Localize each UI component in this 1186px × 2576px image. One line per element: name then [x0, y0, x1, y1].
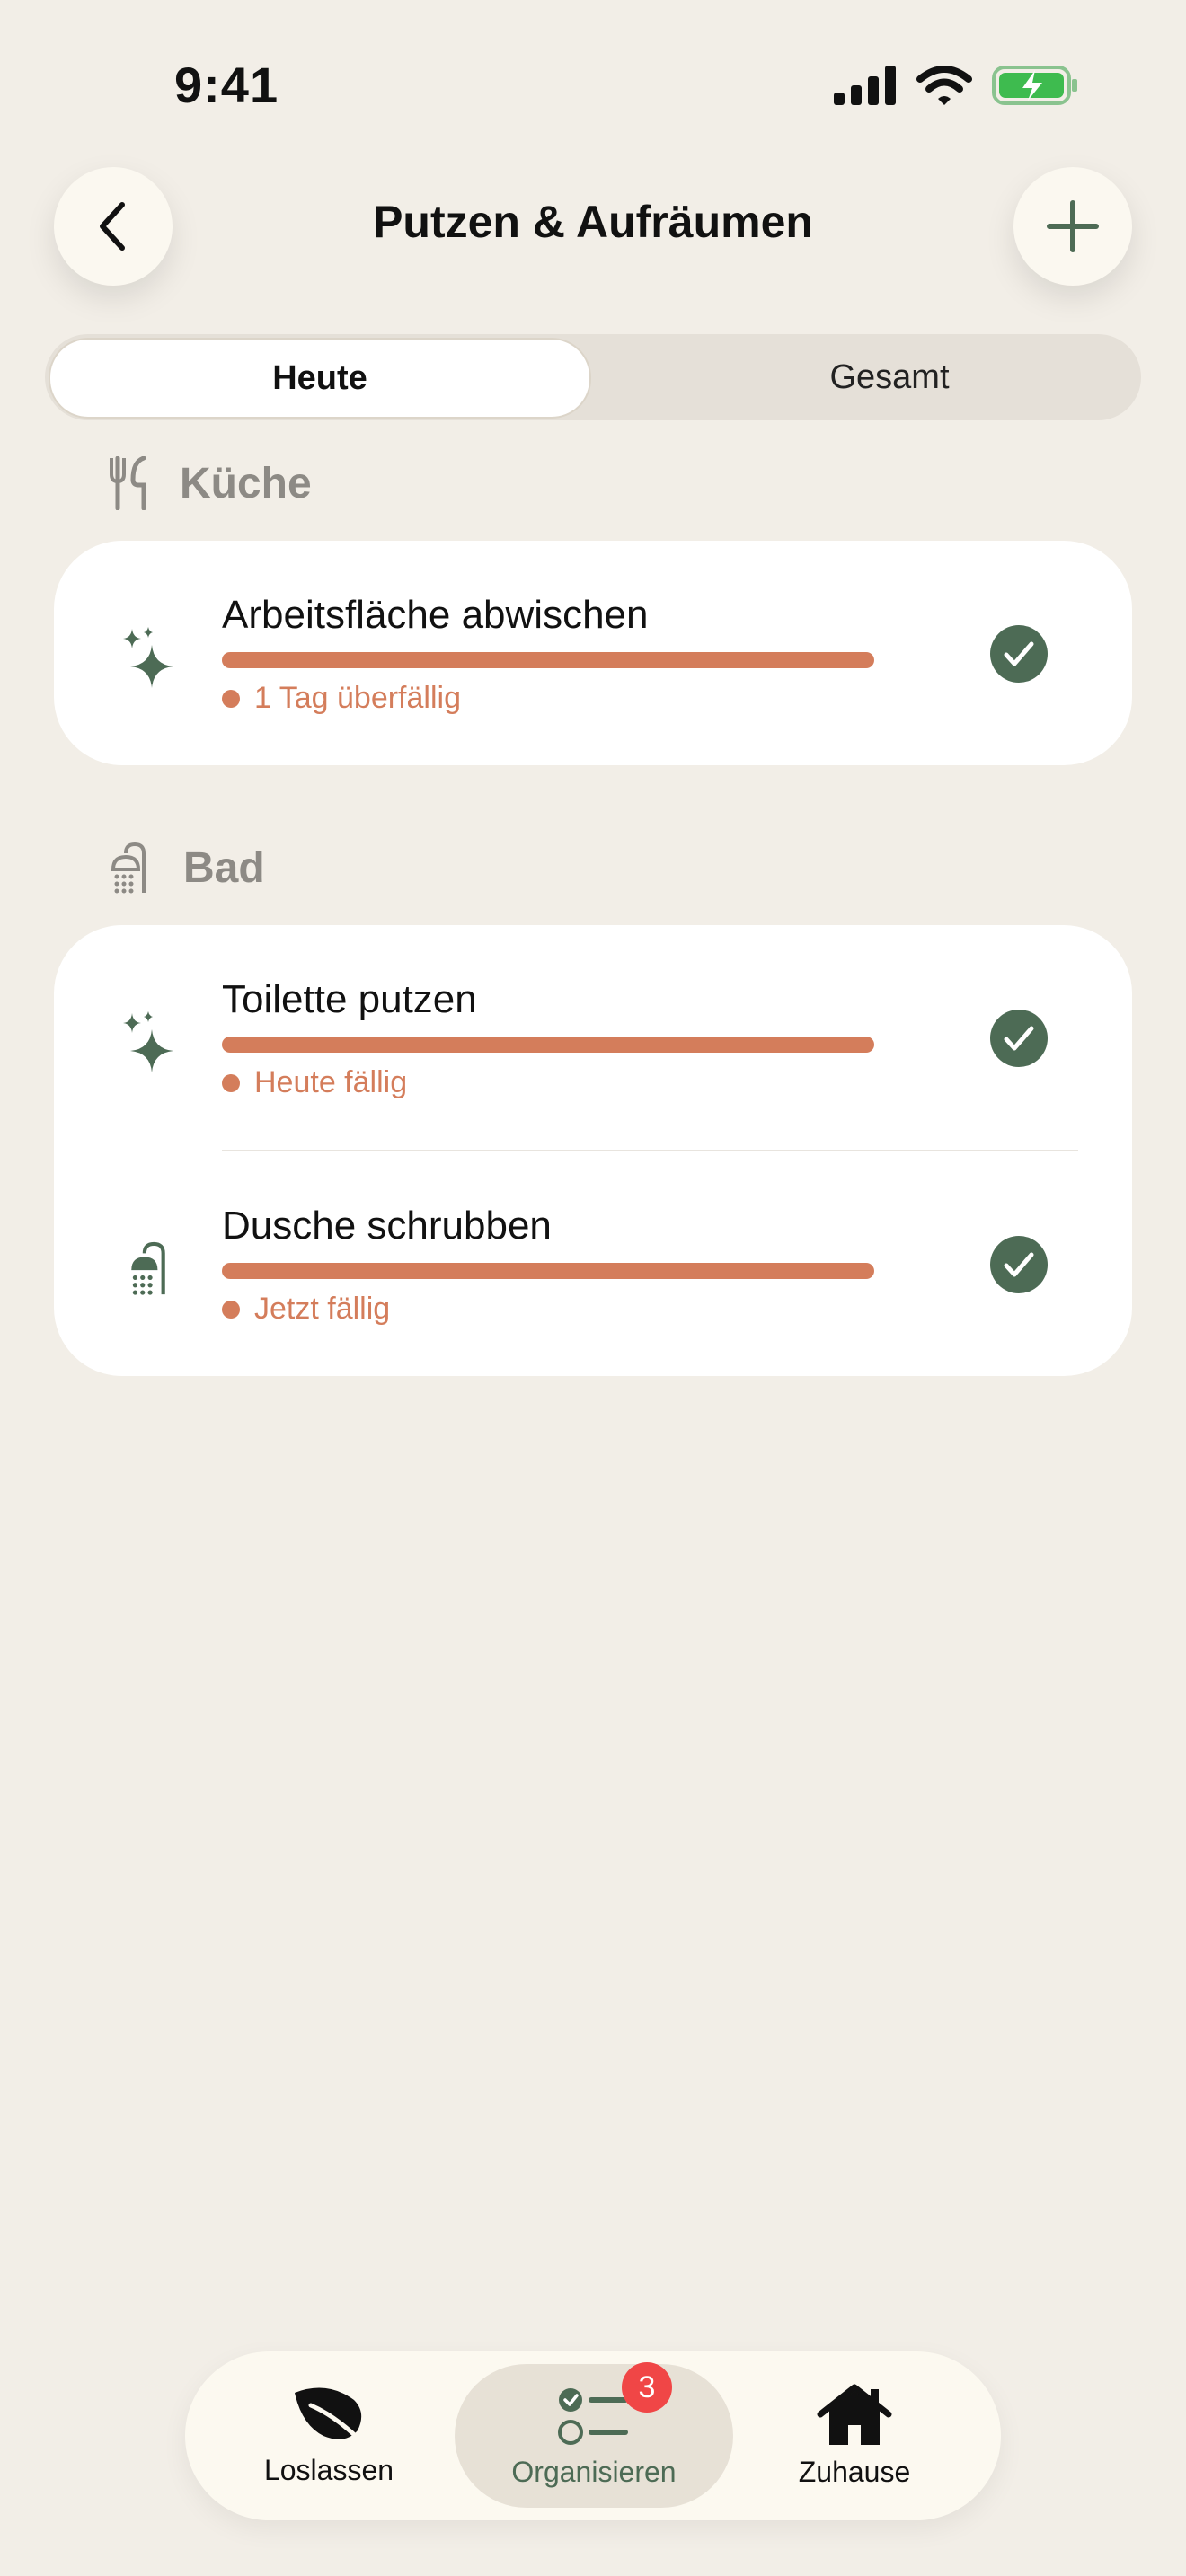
task-status-text: Jetzt fällig: [254, 1292, 391, 1326]
fork-knife-icon: [110, 456, 146, 510]
task-row[interactable]: Arbeitsfläche abwischen 1 Tag überfällig: [54, 541, 1132, 767]
leaf-icon: [295, 2387, 366, 2445]
complete-task-button[interactable]: [990, 1010, 1048, 1067]
task-status: Jetzt fällig: [222, 1292, 390, 1327]
shower-icon: [111, 842, 146, 894]
sparkles-icon: [117, 1006, 180, 1078]
checkmark-icon: [1004, 1026, 1034, 1051]
section-header-bad: Bad: [108, 841, 265, 895]
tab-label: Loslassen: [263, 2453, 394, 2486]
signal-icon: [834, 66, 896, 105]
house-icon: [817, 2384, 892, 2445]
sparkles-icon: [117, 622, 180, 693]
tab-loslassen[interactable]: Loslassen: [239, 2351, 419, 2520]
status-icons: [834, 63, 1078, 108]
task-card-kueche: Arbeitsfläche abwischen 1 Tag überfällig: [54, 541, 1132, 765]
task-row[interactable]: Dusche schrubben Jetzt fällig: [54, 1151, 1132, 1378]
section-header-kueche: Küche: [108, 456, 312, 510]
task-status-text: Heute fällig: [254, 1065, 408, 1099]
status-dot: [222, 689, 240, 708]
page-title: Putzen & Aufräumen: [373, 197, 813, 247]
task-progress-bar: [222, 652, 874, 668]
complete-task-button[interactable]: [990, 625, 1048, 683]
tab-zuhause[interactable]: Zuhause: [760, 2351, 949, 2520]
checkmark-icon: [1004, 641, 1034, 666]
task-status: 1 Tag überfällig: [222, 681, 461, 716]
task-progress-bar: [222, 1263, 874, 1279]
segmented-control: Heute Gesamt: [45, 334, 1141, 420]
tab-label: Zuhause: [798, 2455, 911, 2488]
complete-task-button[interactable]: [990, 1236, 1048, 1293]
task-row[interactable]: Toilette putzen Heute fällig: [54, 925, 1132, 1151]
shower-icon: [117, 1232, 180, 1304]
status-time: 9:41: [174, 57, 279, 113]
segment-gesamt[interactable]: Gesamt: [638, 334, 1141, 420]
section-label: Küche: [180, 459, 312, 507]
tab-organisieren[interactable]: Organisieren 3: [455, 2362, 733, 2508]
task-title: Dusche schrubben: [222, 1204, 552, 1248]
status-dot: [222, 1073, 240, 1092]
task-title: Arbeitsfläche abwischen: [222, 593, 649, 637]
task-progress-bar: [222, 1037, 874, 1053]
task-status-text: 1 Tag überfällig: [254, 681, 461, 715]
tab-bar: Loslassen Organisieren 3 Zuhause: [185, 2351, 1001, 2520]
task-title: Toilette putzen: [222, 977, 477, 1021]
section-label: Bad: [183, 843, 265, 892]
notification-badge: 3: [622, 2362, 672, 2413]
segment-heute[interactable]: Heute: [49, 338, 591, 419]
task-status: Heute fällig: [222, 1065, 407, 1100]
task-card-bad: Toilette putzen Heute fällig Dusche schr…: [54, 925, 1132, 1376]
checkmark-icon: [1004, 1252, 1034, 1277]
plus-icon: [1047, 200, 1099, 252]
tab-label: Organisieren: [511, 2455, 677, 2488]
checklist-icon: [558, 2387, 628, 2445]
add-task-button[interactable]: [1013, 167, 1132, 286]
battery-charging-icon: [992, 66, 1077, 105]
wifi-icon: [916, 66, 972, 105]
status-dot: [222, 1300, 240, 1319]
